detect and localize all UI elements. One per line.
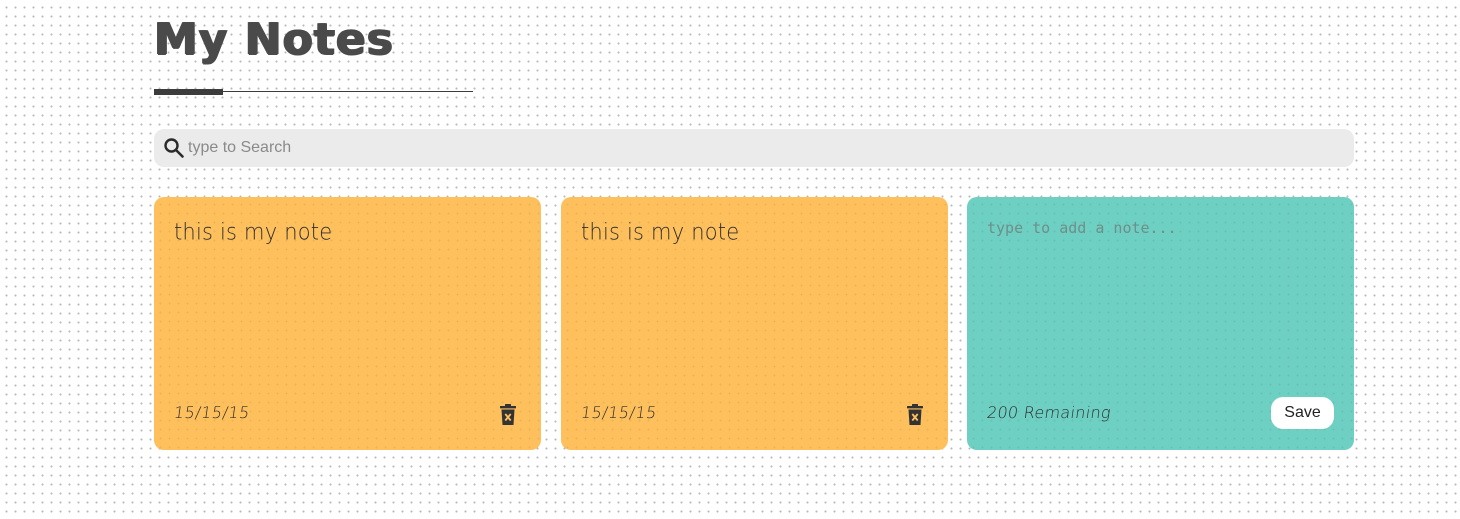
save-button[interactable]: Save — [1271, 397, 1334, 429]
note-text: this is my note — [581, 219, 740, 245]
page-title: My Notes — [154, 14, 394, 65]
new-note-card: 200 Remaining Save — [967, 197, 1354, 450]
trash-x-icon[interactable] — [499, 404, 517, 426]
search-input[interactable] — [188, 139, 1288, 157]
characters-remaining: 200 Remaining — [985, 403, 1113, 422]
search-bar[interactable] — [154, 129, 1354, 167]
note-card: this is my note 15/15/15 — [154, 197, 541, 450]
note-card: this is my note 15/15/15 — [561, 197, 948, 450]
search-icon — [163, 137, 185, 159]
note-date: 15/15/15 — [579, 403, 659, 422]
note-date: 15/15/15 — [172, 403, 252, 422]
new-note-input[interactable] — [987, 219, 1334, 379]
trash-x-icon[interactable] — [906, 404, 924, 426]
note-text: this is my note — [174, 219, 333, 245]
title-underline-accent — [154, 89, 223, 95]
notes-list: this is my note 15/15/15 this is my note… — [154, 197, 1354, 450]
